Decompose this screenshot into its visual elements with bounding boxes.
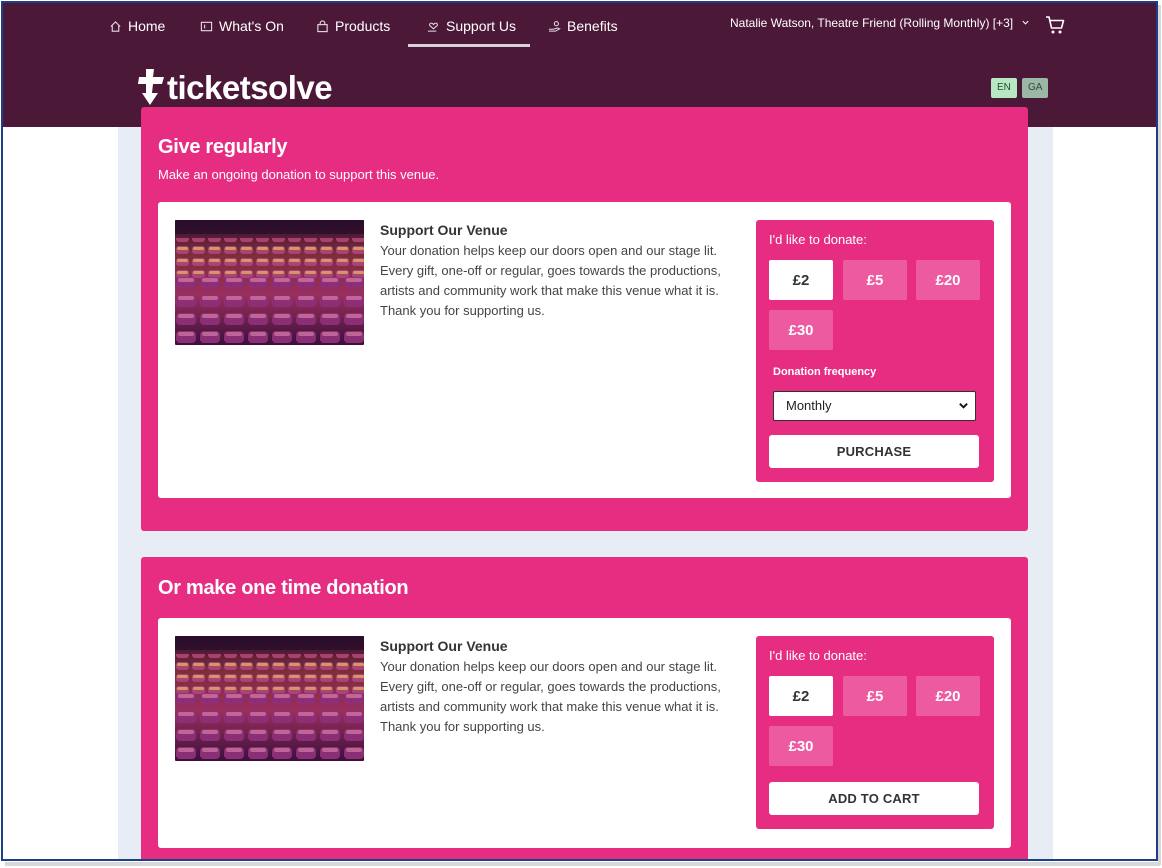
main-nav: Home What's On Products Support Us Benef…: [3, 3, 1156, 49]
hand-coin-icon: [547, 19, 561, 33]
amount-button-20[interactable]: £20: [916, 260, 980, 300]
nav-item-benefits[interactable]: Benefits: [547, 14, 618, 38]
frame-shadow: [1158, 5, 1161, 865]
ticket-icon: [199, 19, 213, 33]
nav-active-indicator: [408, 44, 530, 47]
nav-label-home: Home: [128, 18, 166, 34]
donation-frequency-label: Donation frequency: [773, 366, 877, 378]
nav-label-benefits: Benefits: [567, 18, 618, 34]
ticketsolve-logo-icon: [138, 69, 164, 105]
language-ga-button[interactable]: GA: [1022, 78, 1049, 98]
browser-frame: Home What's On Products Support Us Benef…: [1, 1, 1158, 861]
one-time-donation-title: Or make one time donation: [158, 577, 409, 599]
amount-button-5[interactable]: £5: [843, 676, 907, 716]
purchase-button[interactable]: PURCHASE: [769, 435, 979, 468]
card-description-line: Every gift, one-off or regular, goes tow…: [380, 679, 721, 694]
nav-item-products[interactable]: Products: [315, 14, 390, 38]
brand-logo[interactable]: ticketsolve: [136, 66, 333, 108]
card-title: Support Our Venue: [380, 222, 508, 238]
card-description: Your donation helps keep our doors open …: [380, 241, 750, 321]
brand-name: ticketsolve: [167, 68, 333, 106]
venue-seats-image: [175, 220, 364, 345]
hand-heart-icon: [426, 19, 440, 33]
give-regularly-subtitle: Make an ongoing donation to support this…: [158, 167, 440, 182]
donation-card-one-time: Support Our Venue Your donation helps ke…: [158, 618, 1011, 848]
nav-item-home[interactable]: Home: [108, 14, 165, 38]
language-en-button[interactable]: EN: [991, 78, 1017, 98]
amount-button-5[interactable]: £5: [843, 260, 907, 300]
one-time-donation-panel: Or make one time donation Support Our Ve…: [141, 557, 1028, 859]
donate-prompt: I'd like to donate:: [769, 232, 867, 247]
user-account-menu[interactable]: Natalie Watson, Theatre Friend (Rolling …: [730, 16, 1030, 30]
card-description-line: artists and community work that make thi…: [380, 283, 719, 298]
amount-button-2[interactable]: £2: [769, 676, 833, 716]
nav-label-products: Products: [335, 18, 391, 34]
nav-label-whats-on: What's On: [219, 18, 284, 34]
give-regularly-title: Give regularly: [158, 136, 288, 158]
chevron-down-icon: [959, 403, 968, 409]
chevron-down-icon: [1021, 16, 1030, 30]
card-description-line: Every gift, one-off or regular, goes tow…: [380, 263, 721, 278]
donation-frequency-value: Monthly: [786, 398, 832, 413]
card-description-line: Your donation helps keep our doors open …: [380, 659, 718, 674]
card-description-line: Thank you for supporting us.: [380, 303, 545, 318]
amount-button-20[interactable]: £20: [916, 676, 980, 716]
nav-label-support-us: Support Us: [446, 18, 517, 34]
nav-item-whats-on[interactable]: What's On: [199, 14, 284, 38]
card-description: Your donation helps keep our doors open …: [380, 657, 750, 737]
cart-icon[interactable]: [1044, 14, 1066, 36]
nav-item-support-us[interactable]: Support Us: [426, 14, 516, 38]
donation-frequency-select[interactable]: Monthly: [773, 391, 976, 421]
donation-form-one-time: I'd like to donate: £2 £5 £20 £30 ADD TO…: [756, 636, 994, 829]
card-description-line: Thank you for supporting us.: [380, 719, 545, 734]
add-to-cart-button[interactable]: ADD TO CART: [769, 782, 979, 815]
donation-card-regular: Support Our Venue Your donation helps ke…: [158, 202, 1011, 498]
bag-icon: [315, 19, 329, 33]
amount-button-2[interactable]: £2: [769, 260, 833, 300]
user-account-label: Natalie Watson, Theatre Friend (Rolling …: [730, 16, 1014, 30]
frame-shadow: [5, 862, 1160, 866]
give-regularly-panel: Give regularly Make an ongoing donation …: [141, 107, 1028, 531]
donate-prompt: I'd like to donate:: [769, 648, 867, 663]
amount-button-30[interactable]: £30: [769, 726, 833, 766]
donation-form-regular: I'd like to donate: £2 £5 £20 £30 Donati…: [756, 220, 994, 482]
venue-seats-image: [175, 636, 364, 761]
home-icon: [108, 19, 122, 33]
card-title: Support Our Venue: [380, 638, 508, 654]
amount-button-30[interactable]: £30: [769, 310, 833, 350]
card-description-line: artists and community work that make thi…: [380, 699, 719, 714]
card-description-line: Your donation helps keep our doors open …: [380, 243, 718, 258]
